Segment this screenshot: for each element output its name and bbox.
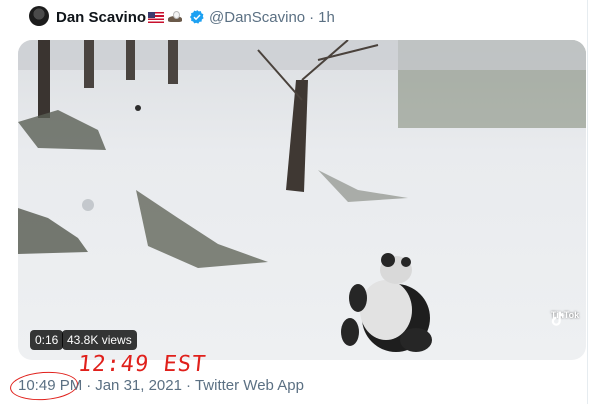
- tweet-header: Dan Scavino @DanScavino · 1h: [56, 7, 335, 27]
- tweet-timestamp[interactable]: 10:49 PM: [18, 377, 82, 394]
- author-handle[interactable]: @DanScavino: [209, 9, 305, 26]
- avatar[interactable]: [29, 6, 49, 26]
- tweet-source[interactable]: Twitter Web App: [195, 377, 304, 394]
- header-separator: ·: [309, 8, 315, 26]
- video-player[interactable]: 0:16 43.8K views TikTok: [18, 40, 586, 360]
- video-duration: 0:16: [30, 330, 64, 350]
- tweet-time-ago[interactable]: 1h: [318, 9, 335, 26]
- footer-separator-2: ·: [185, 377, 191, 394]
- eagle-icon: [167, 10, 183, 24]
- tiktok-icon: [551, 311, 564, 326]
- tiktok-watermark: TikTok: [548, 310, 582, 326]
- verified-badge-icon: [190, 10, 204, 24]
- footer-separator-1: ·: [86, 377, 92, 394]
- us-flag-icon: [148, 11, 165, 23]
- tweet-date[interactable]: Jan 31, 2021: [95, 377, 182, 394]
- video-view-count: 43.8K views: [62, 330, 137, 350]
- tweet-footer: 10:49 PM · Jan 31, 2021 · Twitter Web Ap…: [18, 377, 304, 394]
- video-frame: [18, 40, 586, 352]
- handwritten-annotation: 12:49 EST: [76, 352, 208, 377]
- author-name[interactable]: Dan Scavino: [56, 9, 146, 26]
